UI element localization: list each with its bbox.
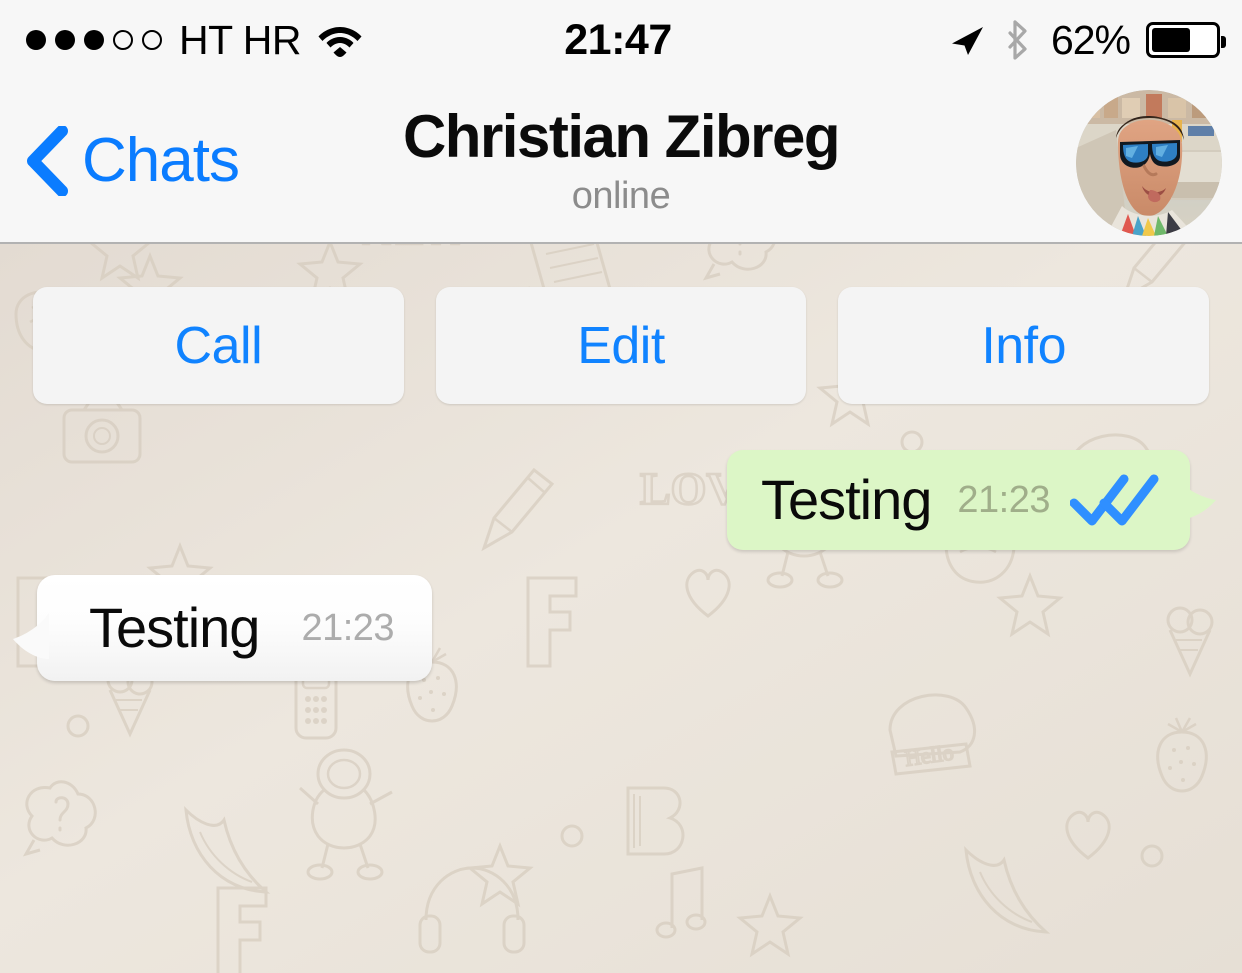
wifi-icon — [318, 27, 362, 57]
message-timestamp: 21:23 — [957, 479, 1050, 521]
status-bar-left: HT HR — [26, 0, 363, 80]
whatsapp-chat-screen: HT HR 21:47 62% Chats Christian Zibreg o… — [0, 0, 1242, 973]
message-bubble-incoming[interactable]: Testing 21:23 — [13, 575, 433, 681]
location-arrow-icon — [951, 27, 983, 55]
double-check-icon — [1070, 473, 1160, 527]
message-timestamp: 21:23 — [301, 607, 395, 649]
signal-strength-dots — [26, 30, 162, 50]
chevron-left-icon — [27, 126, 68, 196]
battery-fill — [1152, 28, 1191, 52]
back-button[interactable]: Chats — [26, 80, 240, 242]
contact-avatar[interactable] — [1076, 90, 1222, 236]
presence-status: online — [571, 174, 671, 217]
status-bar: HT HR 21:47 62% — [0, 0, 1242, 80]
signal-dot-filled — [26, 30, 46, 50]
contact-action-buttons: Call Edit Info — [33, 287, 1210, 404]
avatar-image — [1076, 90, 1222, 236]
chat-message-area: Hello — [0, 244, 1242, 973]
message-bubble-outgoing[interactable]: Testing 21:23 — [726, 450, 1216, 550]
bluetooth-icon — [1008, 20, 1027, 60]
signal-dot-empty — [142, 30, 162, 50]
signal-dot-filled — [84, 30, 104, 50]
edit-button-label: Edit — [577, 316, 665, 375]
info-button-label: Info — [981, 316, 1067, 375]
signal-dot-empty — [113, 30, 133, 50]
battery-icon — [1146, 22, 1226, 58]
back-button-label: Chats — [82, 126, 240, 195]
clock-label: 21:47 — [564, 15, 672, 64]
navigation-bar: Chats Christian Zibreg online — [0, 80, 1242, 244]
bubble-tail-right — [1178, 480, 1216, 520]
bubble-tail-left — [13, 613, 49, 659]
carrier-label: HT HR — [179, 16, 302, 63]
message-text: Testing — [89, 596, 260, 659]
info-button[interactable]: Info — [838, 287, 1210, 404]
battery-percent-label: 62% — [1050, 16, 1131, 63]
signal-dot-filled — [55, 30, 75, 50]
edit-button[interactable]: Edit — [435, 287, 807, 404]
status-bar-right: 62% — [949, 0, 1226, 80]
call-button[interactable]: Call — [33, 287, 404, 404]
message-text: Testing — [760, 468, 932, 531]
contact-name: Christian Zibreg — [402, 102, 841, 170]
call-button-label: Call — [174, 316, 263, 375]
